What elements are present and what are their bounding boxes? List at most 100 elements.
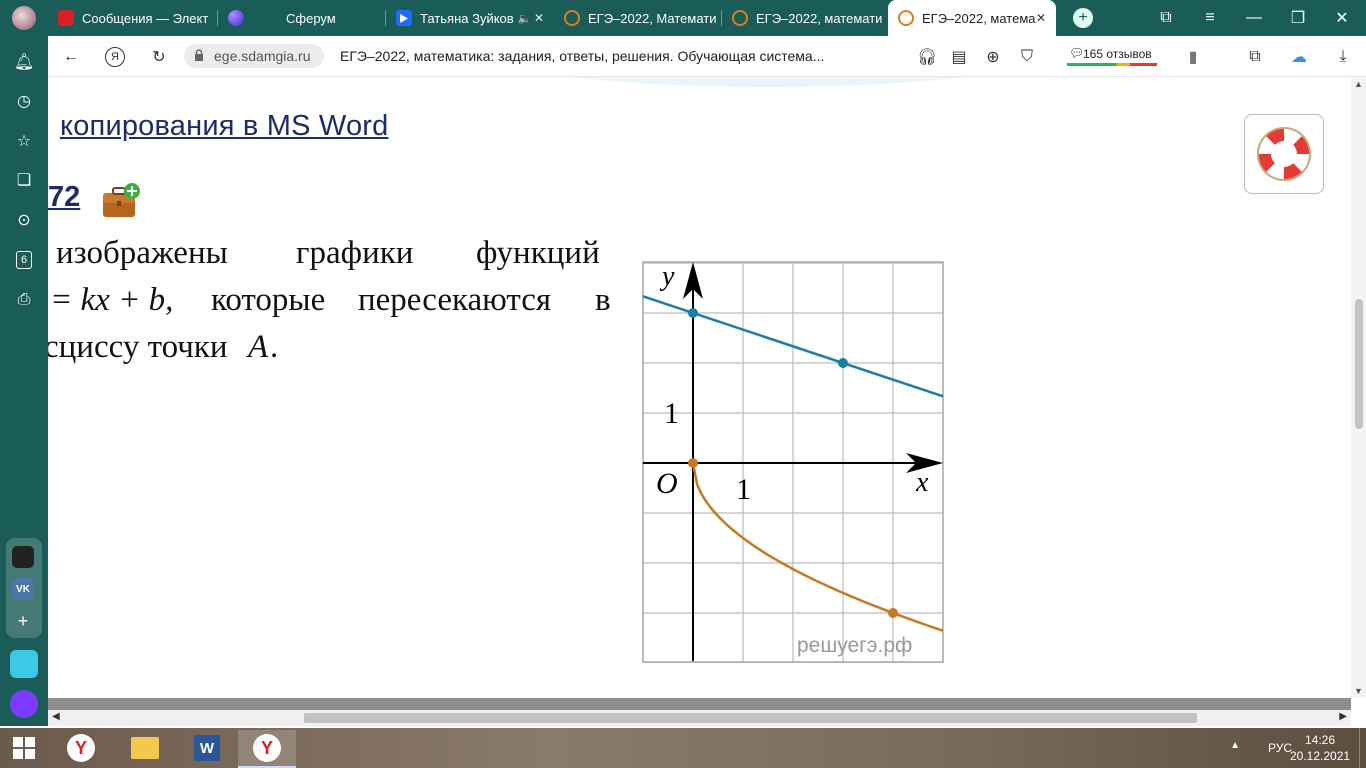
yandex-button[interactable]: Я bbox=[104, 46, 126, 68]
downloads-button[interactable]: ⤓ bbox=[1332, 46, 1354, 68]
vk-icon[interactable]: VK bbox=[12, 578, 34, 600]
horizontal-scrollbar[interactable]: ◀ ▶ bbox=[48, 710, 1351, 726]
scroll-up-arrow[interactable]: ▲ bbox=[1354, 79, 1363, 89]
taskbar-word[interactable]: W bbox=[178, 730, 236, 766]
problem-word: графики bbox=[296, 235, 414, 271]
camera-icon: ⎙ bbox=[17, 291, 31, 308]
zoom-button[interactable]: ⊕ bbox=[982, 46, 1004, 68]
url-field[interactable]: ege.sdamgia.ru bbox=[184, 44, 324, 68]
tabs-manager-button[interactable]: ⧉ bbox=[1146, 0, 1186, 36]
reload-button[interactable]: ↻ bbox=[148, 46, 170, 68]
play-icon: ⊙ bbox=[17, 212, 31, 229]
hyperbola-curve bbox=[691, 462, 944, 632]
profile-avatar[interactable] bbox=[0, 0, 48, 36]
vertical-scroll-thumb[interactable] bbox=[1355, 299, 1363, 429]
page-content: копирования в MS Word 72 изображены граф… bbox=[48, 77, 1351, 698]
page-footer-strip bbox=[48, 698, 1351, 710]
avatar-icon bbox=[12, 6, 36, 30]
bookmarks-button[interactable]: ☆ bbox=[12, 129, 36, 153]
windows-taskbar: Y W Y ▲ РУС 14:26 20.12.2021 bbox=[0, 728, 1366, 768]
download-icon: ⤓ bbox=[1339, 48, 1347, 65]
reload-icon: ↻ bbox=[152, 49, 166, 66]
tab-title: Татьяна Зуйков bbox=[420, 10, 514, 26]
x-tick-label: 1 bbox=[736, 473, 751, 506]
notifications-button[interactable]: 🔔︎ bbox=[12, 50, 36, 74]
restore-button[interactable]: ❐ bbox=[1278, 0, 1318, 36]
tray-expand-icon[interactable]: ▲ bbox=[1230, 740, 1240, 751]
clock-date[interactable]: 20.12.2021 bbox=[1290, 749, 1350, 763]
audio-playing-icon[interactable]: 🔈 bbox=[518, 12, 532, 25]
collections-icon: ⧉ bbox=[1249, 48, 1261, 65]
graph-point bbox=[688, 458, 698, 468]
help-lifebuoy-icon[interactable] bbox=[1244, 114, 1324, 194]
restore-icon: ❐ bbox=[1290, 10, 1306, 27]
close-window-button[interactable]: ✕ bbox=[1322, 0, 1362, 36]
tab-title: Сферум bbox=[286, 10, 336, 26]
windows-logo-icon bbox=[13, 737, 35, 759]
close-icon[interactable]: ✕ bbox=[534, 11, 544, 25]
show-desktop-button[interactable] bbox=[1359, 728, 1366, 768]
scroll-right-arrow[interactable]: ▶ bbox=[1339, 711, 1347, 722]
tab-2[interactable]: Татьяна Зуйков 🔈 ✕ bbox=[386, 0, 554, 36]
problem-word: функций bbox=[476, 235, 600, 271]
tab-title: ЕГЭ–2022, матема bbox=[922, 10, 1036, 26]
reviews-badge[interactable]: 💬︎ 165 отзывов bbox=[1065, 45, 1159, 67]
word-icon: W bbox=[194, 735, 220, 761]
listen-button[interactable]: 🎧︎ bbox=[916, 46, 938, 68]
alice-voice-icon[interactable] bbox=[10, 690, 38, 718]
reader-mode-button[interactable]: ▤ bbox=[948, 46, 970, 68]
sferum-icon bbox=[228, 10, 244, 26]
menu-button[interactable]: ≡ bbox=[1190, 0, 1230, 36]
protect-button[interactable]: ⛉ bbox=[1016, 46, 1038, 68]
scroll-left-arrow[interactable]: ◀ bbox=[52, 711, 60, 722]
screenshot-button[interactable]: ⎙ bbox=[12, 288, 36, 312]
hamburger-icon: ≡ bbox=[1205, 9, 1215, 26]
messenger-icon[interactable] bbox=[10, 650, 38, 678]
tab-0[interactable]: Сообщения — Элект bbox=[48, 0, 218, 36]
clock-time[interactable]: 14:26 bbox=[1290, 733, 1350, 747]
tab-5-active[interactable]: ЕГЭ–2022, матема ✕ bbox=[888, 0, 1056, 36]
history-button[interactable]: ◷ bbox=[12, 89, 36, 113]
media-button[interactable]: ⊙ bbox=[12, 208, 36, 232]
word-copy-link[interactable]: копирования в MS Word bbox=[60, 110, 388, 143]
star-icon: ☆ bbox=[16, 133, 32, 150]
tab-1[interactable]: Сферум bbox=[218, 0, 386, 36]
taskbar-file-explorer[interactable] bbox=[116, 730, 174, 766]
minimize-icon: — bbox=[1246, 9, 1262, 26]
page-title[interactable]: ЕГЭ–2022, математика: задания, ответы, р… bbox=[340, 48, 824, 64]
new-tab-button[interactable]: + bbox=[1063, 0, 1103, 36]
taskbar-yandex-browser[interactable]: Y bbox=[52, 730, 110, 766]
problem-word: в bbox=[595, 282, 611, 318]
folder-icon bbox=[131, 737, 159, 759]
minimize-button[interactable]: — bbox=[1234, 0, 1274, 36]
graph-point bbox=[888, 608, 898, 618]
scroll-down-arrow[interactable]: ▼ bbox=[1354, 686, 1363, 696]
close-icon[interactable]: ✕ bbox=[1036, 11, 1046, 25]
point-a: A bbox=[248, 329, 269, 365]
taskbar-yandex-browser-active[interactable]: Y bbox=[238, 730, 296, 768]
tab-4[interactable]: ЕГЭ–2022, математи bbox=[722, 0, 886, 36]
shield-icon: ⛉ bbox=[1020, 48, 1033, 65]
bookmark-icon: ▮ bbox=[1188, 49, 1198, 66]
horizontal-scroll-thumb[interactable] bbox=[304, 713, 1197, 723]
tab-3[interactable]: ЕГЭ–2022, Математи bbox=[554, 0, 722, 36]
horizontal-scroll-area: ◀ ▶ bbox=[48, 698, 1366, 728]
add-to-briefcase-icon[interactable] bbox=[100, 181, 140, 221]
problem-number-link[interactable]: 72 bbox=[48, 181, 80, 214]
back-button[interactable]: ← bbox=[60, 46, 82, 68]
language-indicator[interactable]: РУС bbox=[1268, 741, 1292, 755]
start-button[interactable] bbox=[0, 730, 48, 766]
collections-button[interactable]: ❏ bbox=[12, 168, 36, 192]
zoom-icon: ⊕ bbox=[986, 49, 1000, 66]
bookmark-button[interactable]: ▮ bbox=[1182, 46, 1204, 68]
badge-button[interactable]: 6 bbox=[12, 248, 36, 272]
weather-icon: ☁ bbox=[1291, 49, 1307, 66]
alice-app-icon[interactable] bbox=[12, 546, 34, 568]
collections-toolbar-button[interactable]: ⧉ bbox=[1244, 46, 1266, 68]
weather-button[interactable]: ☁ bbox=[1288, 46, 1310, 68]
rating-bar bbox=[1067, 63, 1157, 66]
sdamgia-icon bbox=[732, 10, 748, 26]
y-tick-label: 1 bbox=[664, 397, 679, 430]
add-app-icon[interactable]: + bbox=[12, 610, 34, 632]
vertical-scrollbar[interactable]: ▲ ▼ bbox=[1351, 77, 1366, 698]
